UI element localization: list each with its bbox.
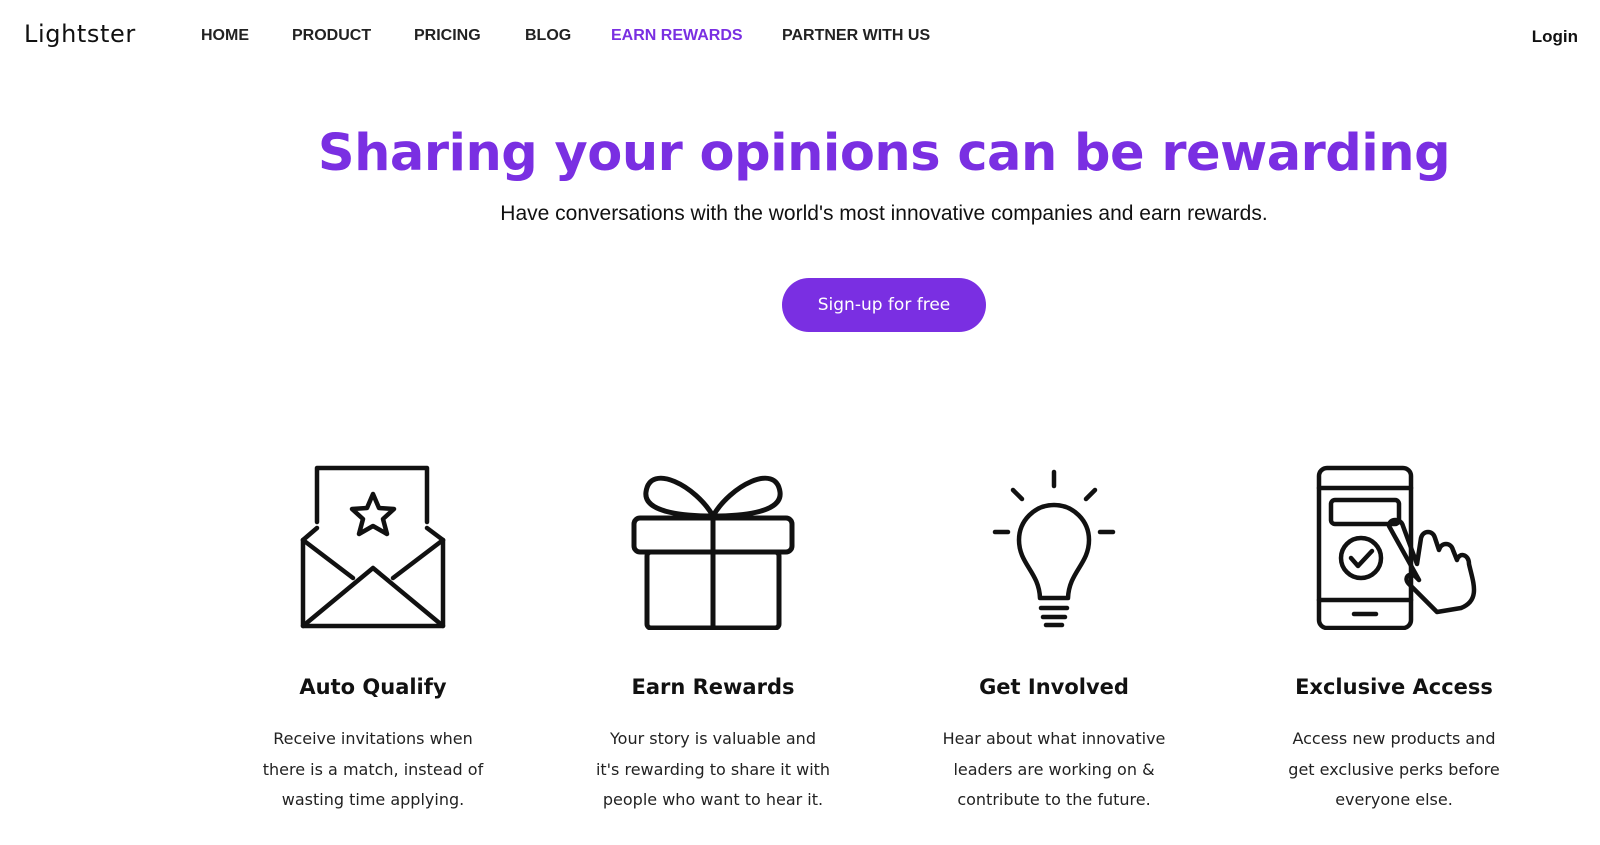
feature-description: Receive invitations when there is a matc… — [262, 729, 484, 809]
lightster-logo[interactable]: Lightster — [24, 20, 136, 48]
nav-partner-with-us[interactable]: PARTNER WITH US — [782, 27, 930, 45]
feature-description: Hear about what innovative leaders are w… — [942, 729, 1166, 809]
nav-pricing[interactable]: PRICING — [414, 27, 481, 45]
gift-icon — [573, 460, 853, 635]
login-link[interactable]: Login — [1532, 27, 1578, 47]
lightbulb-icon — [914, 460, 1194, 635]
top-navigation: Lightster HOME PRODUCT PRICING BLOG EARN… — [0, 0, 1600, 72]
signup-button[interactable]: Sign-up for free — [782, 278, 986, 332]
phone-tap-icon — [1254, 460, 1534, 635]
feature-title: Exclusive Access — [1295, 675, 1493, 699]
feature-title: Get Involved — [979, 675, 1129, 699]
envelope-star-icon — [233, 460, 513, 635]
hero-title: Sharing your opinions can be rewarding — [317, 124, 1451, 183]
hero-subtitle: Have conversations with the world's most… — [500, 202, 1268, 225]
feature-title: Earn Rewards — [631, 675, 795, 699]
feature-description: Access new products and get exclusive pe… — [1288, 729, 1500, 809]
nav-product[interactable]: PRODUCT — [292, 27, 371, 45]
feature-title: Auto Qualify — [299, 675, 447, 699]
nav-earn-rewards[interactable]: EARN REWARDS — [611, 27, 743, 45]
nav-home[interactable]: HOME — [201, 27, 249, 45]
feature-description: Your story is valuable and it's rewardin… — [595, 729, 831, 809]
nav-blog[interactable]: BLOG — [525, 27, 571, 45]
